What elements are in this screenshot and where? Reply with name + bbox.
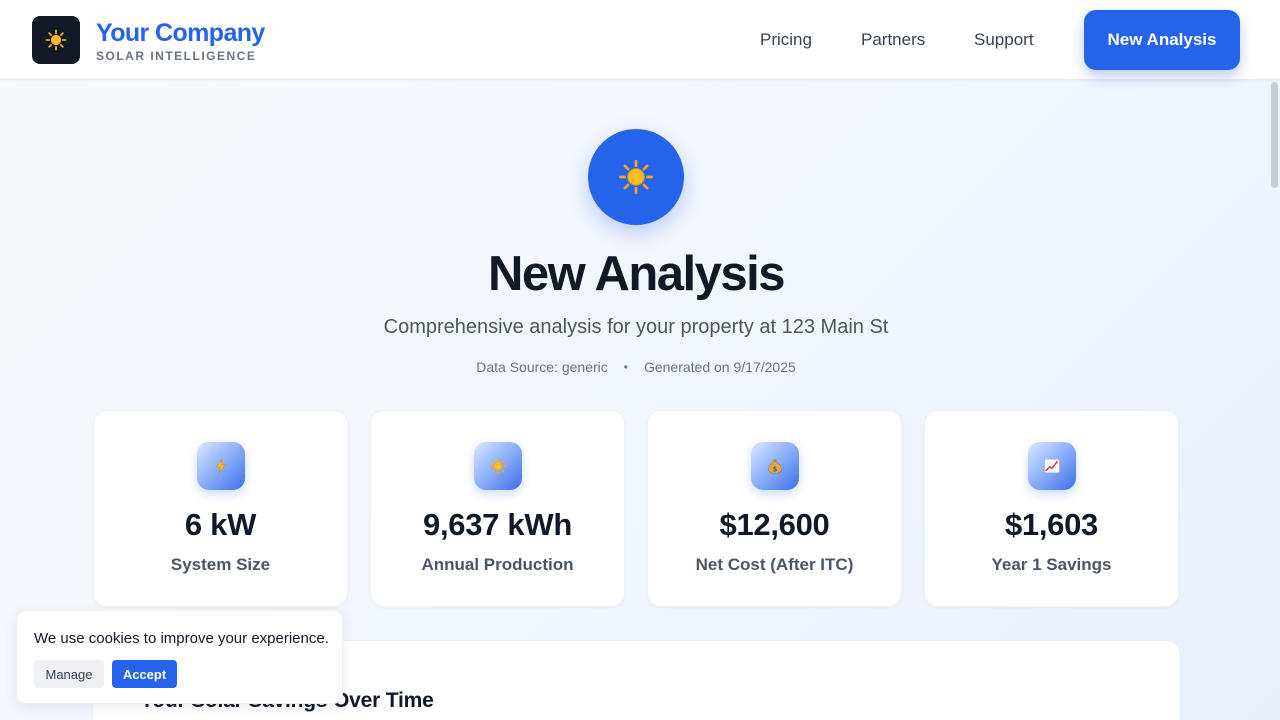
stat-label: Year 1 Savings: [991, 555, 1112, 574]
analysis-meta: Data Source: generic • Generated on 9/17…: [0, 358, 1272, 376]
stat-label: Net Cost (After ITC): [695, 555, 854, 574]
nav-link-support[interactable]: Support: [974, 30, 1034, 50]
nav-link-pricing[interactable]: Pricing: [760, 30, 812, 50]
hero-sun-badge: [588, 129, 684, 225]
sun-icon: [474, 442, 522, 490]
brand-name[interactable]: Your Company: [96, 19, 265, 47]
money-bag-icon: $: [751, 442, 799, 490]
page-title: New Analysis: [487, 247, 786, 301]
manage-cookies-button[interactable]: Manage: [34, 660, 104, 688]
stat-value: 9,637 kWh: [423, 507, 572, 542]
sun-icon: [45, 29, 67, 51]
stat-value: $12,600: [719, 507, 830, 542]
stat-card-year1-savings: $1,603 Year 1 Savings: [924, 410, 1179, 607]
lightning-icon: [197, 442, 245, 490]
data-source-text: Data Source: generic: [476, 359, 608, 375]
meta-separator: •: [623, 360, 628, 374]
stat-card-system-size: 6 kW System Size: [93, 410, 348, 607]
generated-date-text: Generated on 9/17/2025: [643, 359, 796, 375]
top-navigation-bar: Your Company SOLAR INTELLIGENCE Pricing …: [0, 0, 1280, 80]
cookie-message: We use cookies to improve your experienc…: [34, 630, 329, 647]
svg-text:$: $: [773, 465, 778, 473]
stat-card-annual-production: 9,637 kWh Annual Production: [370, 410, 625, 607]
cookie-banner: We use cookies to improve your experienc…: [16, 610, 343, 704]
stat-value: 6 kW: [184, 507, 257, 542]
new-analysis-button[interactable]: New Analysis: [1084, 10, 1240, 70]
brand-tagline: SOLAR INTELLIGENCE: [96, 49, 257, 63]
sun-icon: [618, 159, 654, 195]
logo[interactable]: [32, 16, 80, 64]
page-subtitle: Comprehensive analysis for your property…: [383, 316, 889, 338]
scrollbar-thumb[interactable]: [1271, 82, 1278, 188]
stat-label: Annual Production: [421, 555, 574, 574]
stat-card-net-cost: $ $12,600 Net Cost (After ITC): [647, 410, 902, 607]
accept-cookies-button[interactable]: Accept: [112, 660, 177, 688]
stat-label: System Size: [170, 555, 271, 574]
chart-increasing-icon: [1028, 442, 1076, 490]
stat-value: $1,603: [1004, 507, 1099, 542]
nav-link-partners[interactable]: Partners: [861, 30, 925, 50]
